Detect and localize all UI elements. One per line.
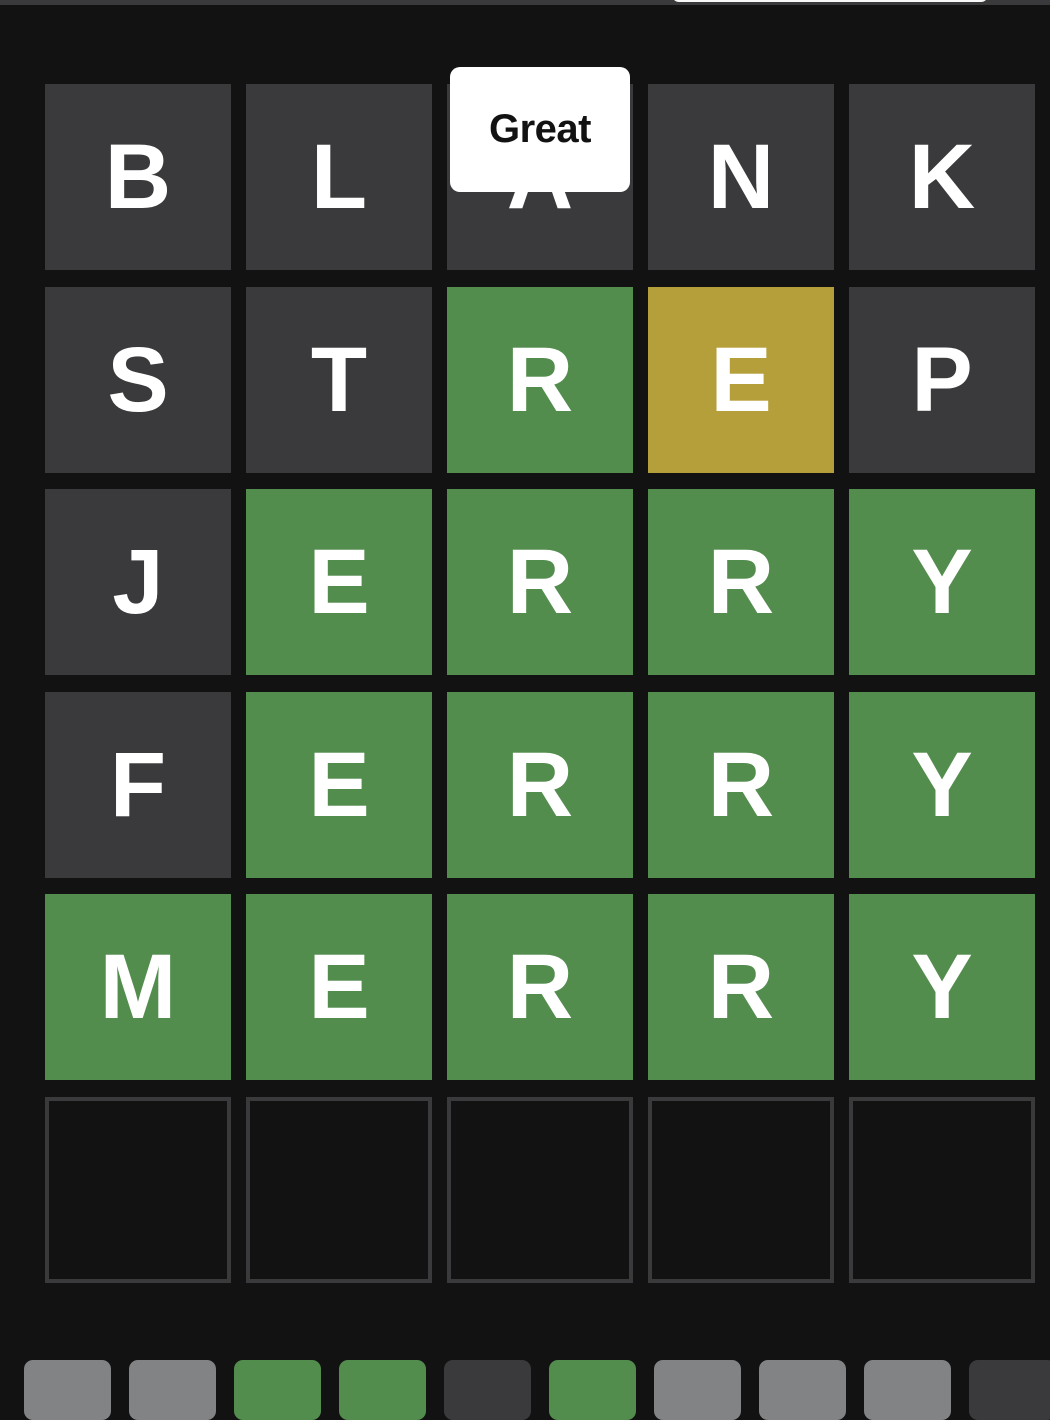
tile-row1-col2: L [246, 84, 432, 270]
tile-row1-col4: N [648, 84, 834, 270]
keyboard-key[interactable] [24, 1360, 111, 1420]
keyboard-key[interactable] [549, 1360, 636, 1420]
keyboard-key[interactable] [339, 1360, 426, 1420]
tile-row3-col4: R [648, 489, 834, 676]
tile-row5-col1: M [45, 894, 231, 1081]
tile-row3-col3: R [447, 489, 633, 676]
game-board: BLANKSTREPJERRYFERRYMERRY [45, 84, 1035, 1283]
tile-row6-col3 [447, 1096, 633, 1283]
tile-row6-col5 [849, 1096, 1035, 1283]
tile-row6-col4 [648, 1096, 834, 1283]
tile-row4-col5: Y [849, 691, 1035, 878]
tile-row2-col5: P [849, 286, 1035, 473]
tile-row2-col2: T [246, 286, 432, 473]
keyboard-top-row [24, 1360, 1050, 1420]
header-pill [672, 0, 988, 2]
tile-row6-col2 [246, 1096, 432, 1283]
tile-row2-col1: S [45, 286, 231, 473]
tile-row4-col2: E [246, 691, 432, 878]
keyboard-key[interactable] [444, 1360, 531, 1420]
toast-message: Great [450, 67, 630, 192]
tile-row6-col1 [45, 1096, 231, 1283]
tile-row4-col1: F [45, 691, 231, 878]
tile-row5-col5: Y [849, 894, 1035, 1081]
tile-row4-col4: R [648, 691, 834, 878]
tile-row3-col1: J [45, 489, 231, 676]
tile-row3-col2: E [246, 489, 432, 676]
tile-row2-col3: R [447, 286, 633, 473]
keyboard-key[interactable] [969, 1360, 1050, 1420]
keyboard-key[interactable] [759, 1360, 846, 1420]
tile-row3-col5: Y [849, 489, 1035, 676]
tile-row1-col5: K [849, 84, 1035, 270]
keyboard-key[interactable] [129, 1360, 216, 1420]
tile-row1-col1: B [45, 84, 231, 270]
tile-row5-col3: R [447, 894, 633, 1081]
tile-row2-col4: E [648, 286, 834, 473]
keyboard-key[interactable] [234, 1360, 321, 1420]
tile-row5-col2: E [246, 894, 432, 1081]
tile-row4-col3: R [447, 691, 633, 878]
keyboard-key[interactable] [654, 1360, 741, 1420]
tile-row5-col4: R [648, 894, 834, 1081]
keyboard-key[interactable] [864, 1360, 951, 1420]
